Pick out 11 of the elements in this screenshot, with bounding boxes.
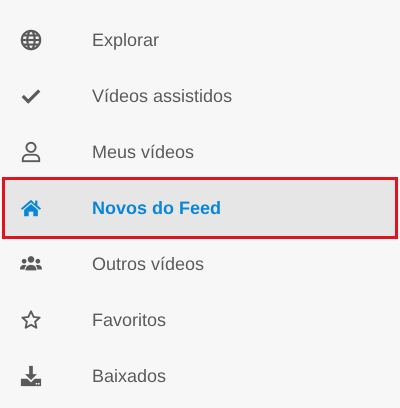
menu-item[interactable]: Favoritos [5,292,395,348]
download-icon [20,365,42,387]
menu-item[interactable]: Outros vídeos [5,236,395,292]
person-icon [20,141,42,163]
star-icon [20,309,42,331]
menu-item[interactable]: Vídeos assistidos [5,68,395,124]
globe-icon [20,29,42,51]
menu-item[interactable]: Explorar [5,12,395,68]
menu-item[interactable]: Baixados [5,348,395,404]
menu-item[interactable]: Meus vídeos [5,124,395,180]
home-icon [20,197,42,219]
